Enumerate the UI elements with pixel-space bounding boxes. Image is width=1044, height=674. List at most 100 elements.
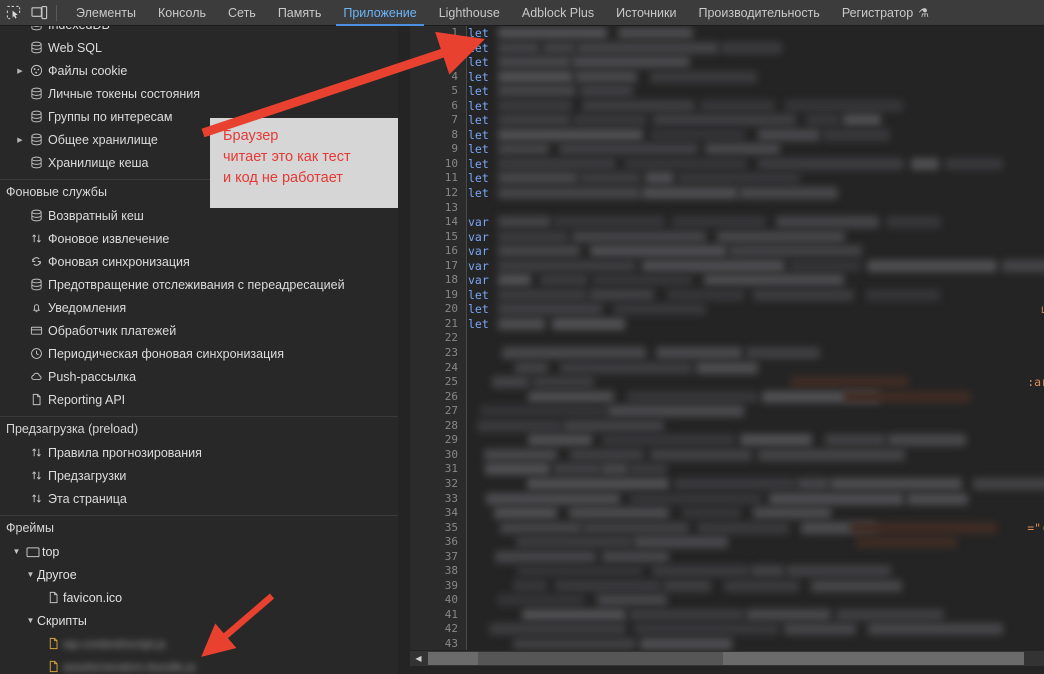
tree-item-favicon[interactable]: favicon.ico bbox=[0, 586, 398, 609]
code-line[interactable]: :ar bbox=[468, 375, 1044, 390]
code-line[interactable] bbox=[468, 593, 1044, 608]
tab-recorder[interactable]: Регистратор ⚗ bbox=[831, 0, 940, 26]
code-line[interactable] bbox=[468, 390, 1044, 405]
sidebar-item-preloads[interactable]: Предзагрузки bbox=[0, 464, 398, 487]
chevron-right-icon[interactable]: ▶ bbox=[14, 136, 26, 144]
scroll-left-arrow-icon[interactable]: ◀ bbox=[412, 652, 425, 665]
code-line[interactable]: let bbox=[468, 317, 1044, 332]
tab-elements[interactable]: Элементы bbox=[65, 0, 147, 26]
sidebar-item-label: Web SQL bbox=[48, 40, 102, 55]
chevron-right-icon[interactable]: ▶ bbox=[14, 67, 26, 75]
code-line[interactable]: var bbox=[468, 259, 1044, 274]
code-line[interactable] bbox=[468, 404, 1044, 419]
code-line[interactable]: var bbox=[468, 230, 1044, 245]
code-keyword: let bbox=[468, 98, 489, 113]
code-keyword: var bbox=[468, 273, 489, 288]
tree-item-scripts[interactable]: ▼ Скрипты bbox=[0, 609, 398, 632]
tab-sources[interactable]: Источники bbox=[605, 0, 687, 26]
code-line[interactable] bbox=[468, 433, 1044, 448]
code-line[interactable] bbox=[468, 492, 1044, 507]
code-line[interactable]: let bbox=[468, 171, 1044, 186]
code-line[interactable]: let bbox=[468, 84, 1044, 99]
obscured-code-block bbox=[532, 376, 594, 389]
line-number: 28 bbox=[444, 418, 458, 432]
code-line[interactable]: let bbox=[468, 70, 1044, 85]
sidebar-item-this-page[interactable]: Эта страница bbox=[0, 487, 398, 510]
tree-item-other[interactable]: ▼ Другое bbox=[0, 563, 398, 586]
code-line[interactable] bbox=[468, 564, 1044, 579]
code-line[interactable]: var bbox=[468, 244, 1044, 259]
panel-splitter[interactable] bbox=[398, 26, 410, 674]
tree-item-script-blurred-2[interactable]: assets/vendors-bundle.js bbox=[0, 655, 398, 674]
cloud-icon bbox=[26, 370, 46, 383]
obscured-string-block bbox=[844, 390, 971, 403]
tab-performance[interactable]: Производительность bbox=[687, 0, 830, 26]
code-line[interactable] bbox=[468, 477, 1044, 492]
code-line[interactable] bbox=[468, 331, 1044, 346]
code-line[interactable]: var bbox=[468, 215, 1044, 230]
tab-memory[interactable]: Память bbox=[267, 0, 333, 26]
sidebar-item-payment-handler[interactable]: Обработчик платежей bbox=[0, 319, 398, 342]
code-line[interactable]: var bbox=[468, 273, 1044, 288]
code-line[interactable]: let bbox=[468, 55, 1044, 70]
device-toolbar-icon[interactable] bbox=[26, 1, 52, 25]
sidebar-item-bounce-tracking-mitigations[interactable]: Предотвращение отслеживания с переадреса… bbox=[0, 273, 398, 296]
code-line[interactable]: let bbox=[468, 26, 1044, 41]
sidebar-item-notifications[interactable]: Уведомления bbox=[0, 296, 398, 319]
sidebar-item-background-sync[interactable]: Фоновая синхронизация bbox=[0, 250, 398, 273]
code-line[interactable]: let bbox=[468, 142, 1044, 157]
obscured-code-block bbox=[489, 623, 626, 636]
sidebar-item-periodic-background-sync[interactable]: Периодическая фоновая синхронизация bbox=[0, 342, 398, 365]
code-line[interactable]: let bbox=[468, 41, 1044, 56]
code-line[interactable] bbox=[468, 579, 1044, 594]
chevron-down-icon[interactable]: ▼ bbox=[24, 570, 37, 579]
tree-item-script-blurred-1[interactable]: wp-content/script.js bbox=[0, 632, 398, 655]
obscured-code-block bbox=[700, 99, 775, 112]
sidebar-item-indexeddb-clipped[interactable]: IndexedDB bbox=[0, 26, 398, 36]
code-line[interactable] bbox=[468, 346, 1044, 361]
line-number: 39 bbox=[444, 578, 458, 592]
tab-lighthouse[interactable]: Lighthouse bbox=[428, 0, 511, 26]
code-horizontal-scrollbar[interactable]: ◀ bbox=[410, 651, 1044, 666]
obscured-code-block bbox=[650, 448, 752, 461]
code-line[interactable] bbox=[468, 506, 1044, 521]
code-line[interactable] bbox=[468, 637, 1044, 652]
sidebar-item-web-sql[interactable]: Web SQL bbox=[0, 36, 398, 59]
code-hscrollbar-thumb[interactable] bbox=[428, 652, 1024, 665]
code-line[interactable] bbox=[468, 608, 1044, 623]
code-line[interactable]: let bbox=[468, 288, 1044, 303]
tab-network[interactable]: Сеть bbox=[217, 0, 267, 26]
code-line[interactable] bbox=[468, 622, 1044, 637]
tree-item-top[interactable]: ▼ top bbox=[0, 540, 398, 563]
tab-adblock-plus[interactable]: Adblock Plus bbox=[511, 0, 605, 26]
sidebar-item-push-messaging[interactable]: Push-рассылка bbox=[0, 365, 398, 388]
code-line[interactable]: ="( bbox=[468, 521, 1044, 536]
tab-console[interactable]: Консоль bbox=[147, 0, 217, 26]
tab-application[interactable]: Приложение bbox=[332, 0, 427, 26]
code-line[interactable]: let bbox=[468, 157, 1044, 172]
code-line[interactable]: let bbox=[468, 99, 1044, 114]
chevron-down-icon[interactable]: ▼ bbox=[10, 547, 23, 556]
code-line[interactable] bbox=[468, 448, 1044, 463]
code-line[interactable] bbox=[468, 550, 1044, 565]
code-line[interactable] bbox=[468, 462, 1044, 477]
code-line[interactable] bbox=[468, 361, 1044, 376]
inspect-element-icon[interactable] bbox=[0, 1, 26, 25]
obscured-code-block bbox=[516, 536, 633, 549]
chevron-down-icon[interactable]: ▼ bbox=[24, 616, 37, 625]
sidebar-item-reporting-api[interactable]: Reporting API bbox=[0, 388, 398, 411]
code-line[interactable]: let bbox=[468, 128, 1044, 143]
code-line[interactable] bbox=[468, 419, 1044, 434]
code-line[interactable] bbox=[468, 535, 1044, 550]
obscured-code-block bbox=[825, 434, 886, 447]
obscured-code-block bbox=[528, 434, 592, 447]
sidebar-item-cookies[interactable]: ▶ Файлы cookie bbox=[0, 59, 398, 82]
code-content[interactable]: let let let let let let let let let let let let var v… bbox=[468, 26, 1044, 650]
code-line[interactable]: letш bbox=[468, 302, 1044, 317]
code-line[interactable] bbox=[468, 201, 1044, 216]
sidebar-item-background-fetch[interactable]: Фоновое извлечение bbox=[0, 227, 398, 250]
sidebar-item-private-state-tokens[interactable]: Личные токены состояния bbox=[0, 82, 398, 105]
code-line[interactable]: let bbox=[468, 186, 1044, 201]
code-line[interactable]: let bbox=[468, 113, 1044, 128]
sidebar-item-speculation-rules[interactable]: Правила прогнозирования bbox=[0, 441, 398, 464]
